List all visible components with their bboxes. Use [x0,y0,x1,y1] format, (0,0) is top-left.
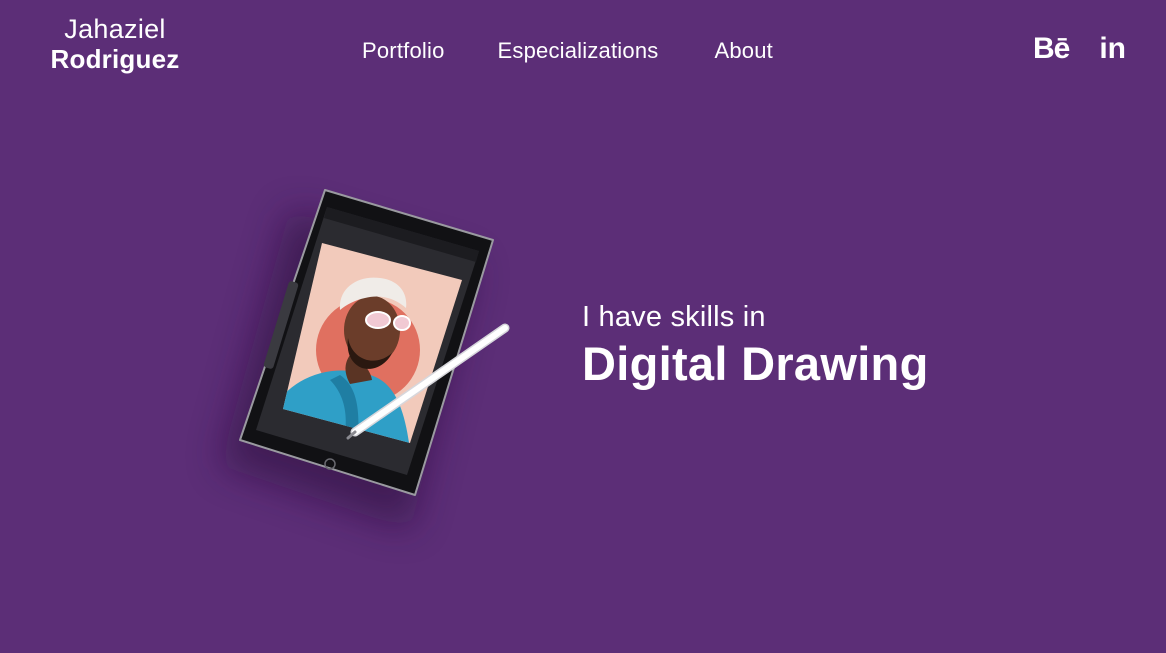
nav-about-link[interactable]: About [714,38,773,64]
nav-especializations-link[interactable]: Especializations [498,38,659,64]
logo-first-name: Jahaziel [64,14,166,44]
site-logo[interactable]: Jahaziel Rodriguez [44,14,186,75]
hero-title: Digital Drawing [582,336,929,390]
social-links: Bē in [1033,34,1126,64]
tablet-with-stylus-icon [220,189,510,530]
tablet-illustration [180,170,540,570]
hero-heading: I have skills in Digital Drawing [582,300,929,394]
linkedin-icon[interactable]: in [1099,34,1126,64]
main-nav: Portfolio Especializations About [362,38,773,64]
nav-portfolio-link[interactable]: Portfolio [362,38,445,64]
logo-last-name: Rodriguez [50,44,180,75]
hero-subtitle: I have skills in [582,301,766,333]
behance-icon[interactable]: Bē [1033,34,1070,64]
